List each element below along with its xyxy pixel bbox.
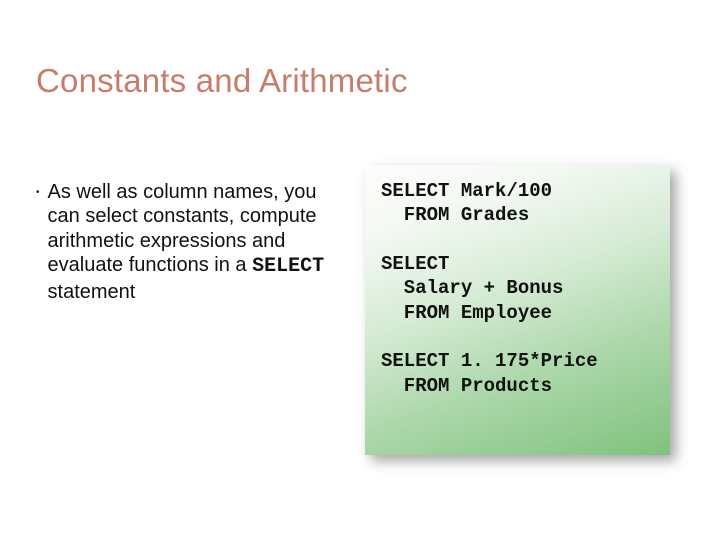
slide: Constants and Arithmetic • As well as co… <box>0 0 720 540</box>
bullet-tail: statement <box>48 281 136 303</box>
code-example-box: SELECT Mark/100 FROM Grades SELECT Salar… <box>365 165 670 455</box>
bullet-keyword: SELECT <box>252 255 324 278</box>
bullet-item: • As well as column names, you can selec… <box>36 180 331 304</box>
body-text-block: • As well as column names, you can selec… <box>36 180 331 304</box>
bullet-dot-icon: • <box>36 188 40 198</box>
slide-title: Constants and Arithmetic <box>36 62 408 100</box>
bullet-text: As well as column names, you can select … <box>48 180 331 304</box>
